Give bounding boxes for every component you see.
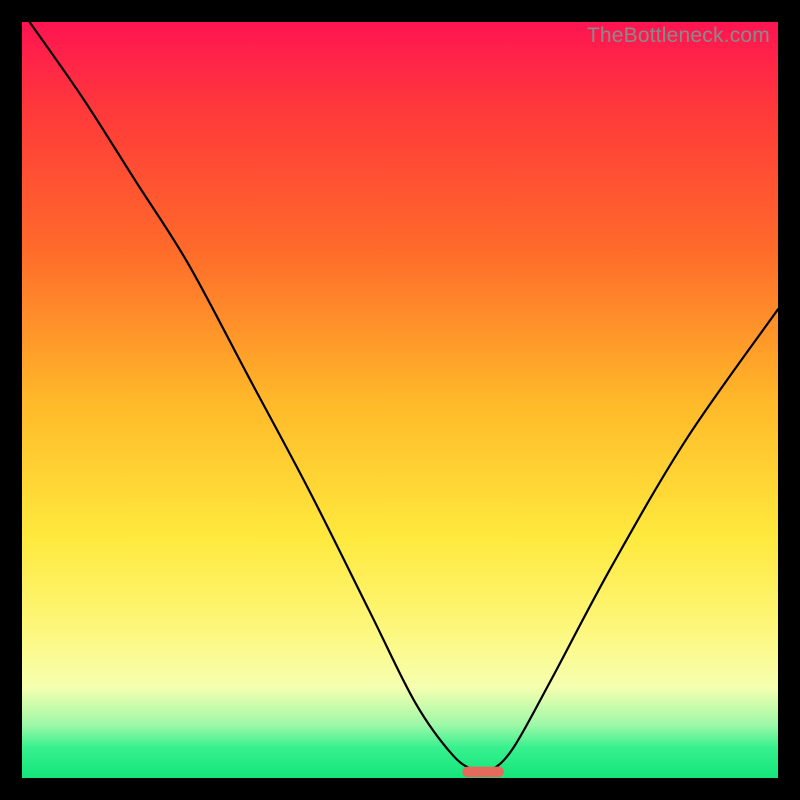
bottleneck-curve (30, 22, 778, 773)
plot-area: TheBottleneck.com (22, 22, 778, 778)
chart-frame: TheBottleneck.com (0, 0, 800, 800)
minimum-marker (462, 767, 504, 778)
curve-overlay (22, 22, 778, 778)
